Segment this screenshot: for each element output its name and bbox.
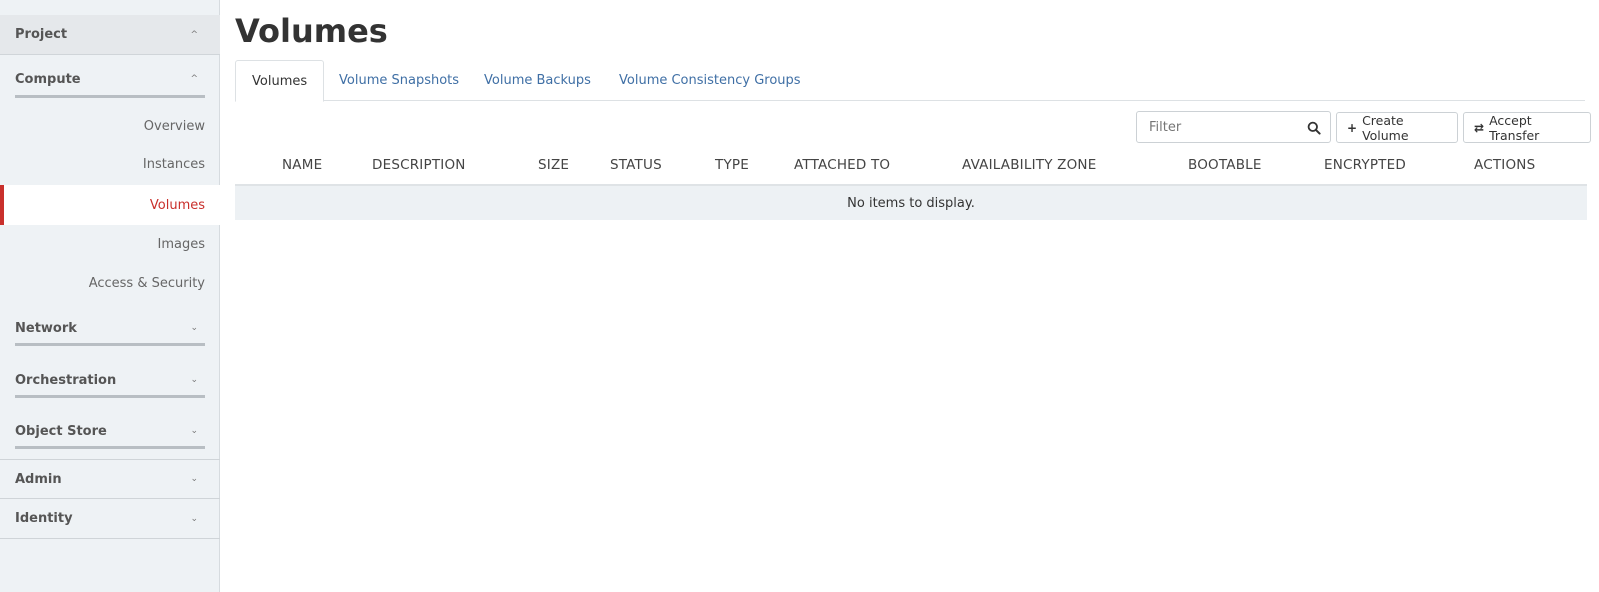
sidebar-section-label: Network	[15, 320, 77, 336]
app-layout: Project ^ Compute ^ Overview Instances V…	[0, 0, 1599, 592]
sidebar-section-compute[interactable]: Compute ^	[0, 60, 220, 98]
sidebar-section-label: Object Store	[15, 423, 107, 439]
search-icon[interactable]	[1307, 120, 1321, 139]
exchange-icon: ⇄	[1474, 120, 1485, 135]
sidebar-section-label: Admin	[15, 471, 62, 487]
sidebar-section-admin[interactable]: Admin ⌄	[0, 459, 220, 499]
table-empty-row: No items to display.	[235, 186, 1587, 220]
sidebar-item-volumes[interactable]: Volumes	[0, 185, 220, 225]
column-header-encrypted[interactable]: ENCRYPTED	[1324, 146, 1406, 184]
sidebar-section-label: Project	[15, 27, 68, 42]
chevron-down-icon: ⌄	[190, 426, 198, 436]
plus-icon: +	[1347, 120, 1358, 135]
sidebar-section-network[interactable]: Network ⌄	[0, 310, 220, 346]
sidebar-item-images[interactable]: Images	[0, 225, 220, 263]
sidebar-item-overview[interactable]: Overview	[0, 107, 220, 145]
sidebar-item-label: Access & Security	[88, 275, 205, 291]
column-header-availability-zone[interactable]: AVAILABILITY ZONE	[962, 146, 1096, 184]
chevron-down-icon: ⌄	[190, 474, 198, 484]
create-volume-label: Create Volume	[1362, 112, 1409, 143]
create-volume-button[interactable]: + Create Volume	[1336, 112, 1458, 143]
table-header: NAME DESCRIPTION SIZE STATUS TYPE ATTACH…	[235, 146, 1587, 186]
tab-bar: Volumes Volume Snapshots Volume Backups …	[235, 60, 1585, 102]
chevron-down-icon: ⌄	[190, 513, 198, 524]
sidebar-section-label: Orchestration	[15, 372, 117, 388]
column-header-bootable[interactable]: BOOTABLE	[1188, 146, 1262, 184]
tab-volumes[interactable]: Volumes	[235, 60, 325, 102]
sidebar-item-access-security[interactable]: Access & Security	[0, 264, 220, 302]
column-header-type[interactable]: TYPE	[715, 146, 749, 184]
column-header-description[interactable]: DESCRIPTION	[372, 146, 466, 184]
column-header-status[interactable]: STATUS	[610, 146, 662, 184]
tab-volume-consistency-groups[interactable]: Volume Consistency Groups	[603, 60, 817, 101]
chevron-down-icon: ⌄	[190, 323, 198, 333]
tab-volume-snapshots[interactable]: Volume Snapshots	[323, 60, 475, 101]
accept-transfer-label: Accept Transfer	[1489, 112, 1540, 143]
sidebar-section-object-store[interactable]: Object Store ⌄	[0, 413, 220, 449]
sidebar-section-identity[interactable]: Identity ⌄	[0, 499, 220, 539]
tab-volume-backups[interactable]: Volume Backups	[468, 60, 607, 101]
sidebar-item-label: Images	[157, 236, 206, 252]
sidebar-section-orchestration[interactable]: Orchestration ⌄	[0, 362, 220, 398]
column-header-size[interactable]: SIZE	[538, 146, 569, 184]
sidebar: Project ^ Compute ^ Overview Instances V…	[0, 0, 220, 592]
sidebar-item-label: Instances	[142, 156, 205, 172]
filter-box	[1136, 111, 1331, 143]
sidebar-section-label: Identity	[15, 511, 73, 526]
sidebar-item-instances[interactable]: Instances	[0, 145, 220, 183]
chevron-up-icon: ^	[190, 74, 198, 84]
sidebar-item-label: Overview	[143, 118, 205, 134]
column-header-actions: ACTIONS	[1474, 157, 1536, 173]
filter-input[interactable]	[1137, 112, 1297, 142]
column-header-attached-to[interactable]: ATTACHED TO	[794, 146, 890, 184]
sidebar-section-project[interactable]: Project ^	[0, 15, 220, 55]
sidebar-section-label: Compute	[15, 71, 81, 87]
chevron-down-icon: ⌄	[190, 375, 198, 385]
chevron-up-icon: ^	[190, 29, 198, 40]
column-header-name[interactable]: NAME	[282, 146, 322, 184]
empty-message: No items to display.	[847, 195, 975, 211]
sidebar-item-label: Volumes	[149, 197, 205, 213]
page-title: Volumes	[235, 12, 388, 50]
accept-transfer-button[interactable]: ⇄ Accept Transfer	[1463, 112, 1591, 143]
